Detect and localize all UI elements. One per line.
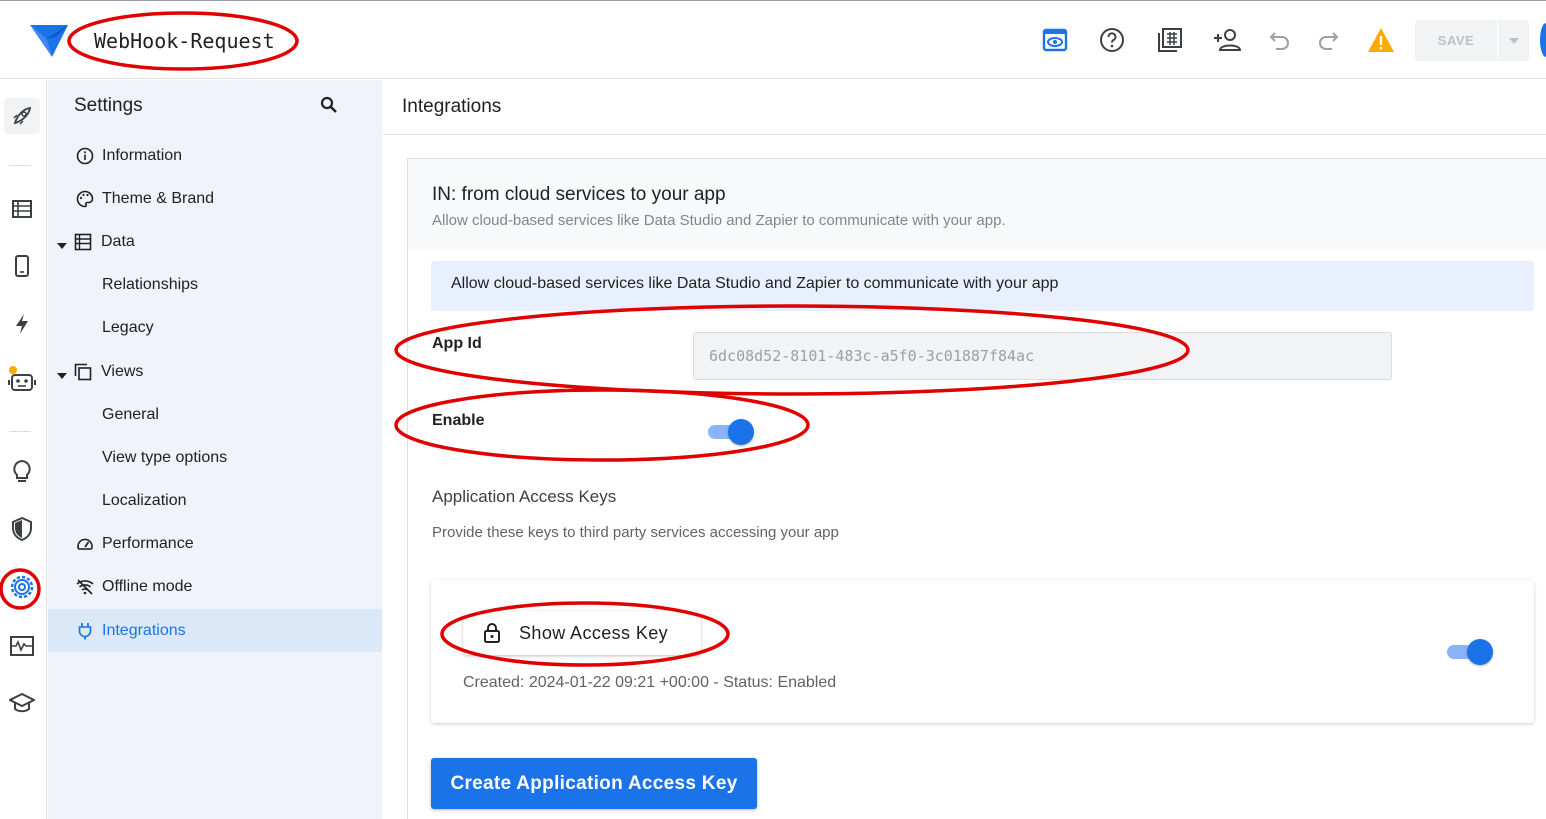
nav-item-integrations[interactable]: Integrations [48,609,382,652]
card-title: IN: from cloud services to your app [432,184,726,205]
nav-item-label: Offline mode [102,577,193,595]
undo-icon[interactable] [1265,25,1295,55]
automation-icon[interactable] [4,306,40,342]
nav-item-performance[interactable]: Performance [48,522,382,565]
nav-item-label: Legacy [102,318,154,336]
data-icon[interactable] [4,191,40,227]
caret-down-icon[interactable] [57,366,67,384]
nav-item-localization[interactable]: Localization [48,479,382,522]
settings-nav: Settings Information Theme & Brand Data … [48,80,382,819]
settings-title: Settings [74,95,143,116]
enable-toggle[interactable] [708,418,754,446]
nav-item-data[interactable]: Data [48,220,382,263]
help-icon[interactable] [1097,25,1127,55]
toggle-knob [728,419,754,445]
info-icon [76,147,94,165]
card-subtitle: Allow cloud-based services like Data Stu… [432,212,1006,229]
nav-item-label: Information [102,146,183,164]
lock-icon [483,622,501,649]
nav-item-offline-mode[interactable]: Offline mode [48,565,382,608]
nav-item-label: Theme & Brand [102,189,215,207]
learn-icon[interactable] [4,685,40,721]
nav-item-label: Localization [102,491,187,509]
nav-item-label: Integrations [102,621,186,639]
save-label: SAVE [1437,33,1475,48]
nav-item-label: General [102,405,159,423]
left-rail [0,80,47,819]
table-icon [74,233,92,251]
wifi-off-icon [76,578,94,596]
launch-icon[interactable] [4,98,40,134]
top-bar: WebHook-Request SAVE [0,0,1546,79]
gallery-icon[interactable] [1155,25,1185,55]
nav-item-view-type-options[interactable]: View type options [48,436,382,479]
rail-divider [9,165,31,166]
views-icon[interactable] [4,248,40,284]
app-id-label: App Id [432,335,482,352]
bot-icon[interactable] [4,362,40,398]
security-icon[interactable] [4,511,40,547]
nav-item-general[interactable]: General [48,393,382,436]
nav-item-label: Performance [102,534,194,552]
settings-icon[interactable] [4,569,40,605]
enable-label: Enable [432,412,485,429]
search-icon[interactable] [320,96,338,119]
nav-item-label: Data [101,232,135,250]
appsheet-logo-icon [30,23,70,64]
access-key-card: Show Access Key Created: 2024-01-22 09:2… [431,580,1534,723]
views-copy-icon [74,363,92,381]
access-key-toggle[interactable] [1447,638,1493,666]
preview-icon[interactable] [1040,25,1070,55]
save-button[interactable]: SAVE [1415,20,1529,61]
intelligence-icon[interactable] [4,454,40,490]
app-name[interactable]: WebHook-Request [94,29,275,53]
access-keys-title: Application Access Keys [432,487,617,506]
avatar[interactable] [1540,23,1546,57]
create-access-key-button[interactable]: Create Application Access Key [431,758,757,809]
page-title: Integrations [402,96,502,117]
nav-item-theme-brand[interactable]: Theme & Brand [48,177,382,220]
chevron-down-icon[interactable] [1498,37,1529,45]
access-key-meta: Created: 2024-01-22 09:21 +00:00 - Statu… [463,674,837,691]
nav-item-information[interactable]: Information [48,134,382,177]
palette-icon [76,190,94,208]
app-id-field[interactable]: 6dc08d52-8101-483c-a5f0-3c01887f84ac [693,332,1392,380]
warning-icon[interactable] [1366,25,1396,55]
speed-icon [76,535,94,553]
show-access-key-button[interactable]: Show Access Key [463,611,701,655]
nav-item-relationships[interactable]: Relationships [48,263,382,306]
rail-divider [9,431,31,432]
show-access-key-label: Show Access Key [519,623,669,643]
share-user-icon[interactable] [1212,25,1242,55]
monitor-icon[interactable] [4,628,40,664]
main-header: Integrations [383,80,1546,135]
nav-item-label: Views [101,362,144,380]
nav-item-label: Relationships [102,275,199,293]
nav-item-legacy[interactable]: Legacy [48,306,382,349]
redo-icon[interactable] [1313,25,1343,55]
plug-icon [76,622,94,640]
info-banner: Allow cloud-based services like Data Stu… [431,261,1534,311]
caret-down-icon[interactable] [57,236,67,254]
card-header: IN: from cloud services to your app Allo… [408,159,1546,250]
toggle-knob [1467,639,1493,665]
nav-item-views[interactable]: Views [48,350,382,393]
access-keys-subtitle: Provide these keys to third party servic… [432,524,839,541]
integration-card: IN: from cloud services to your app Allo… [407,158,1546,819]
nav-item-label: View type options [102,448,228,466]
